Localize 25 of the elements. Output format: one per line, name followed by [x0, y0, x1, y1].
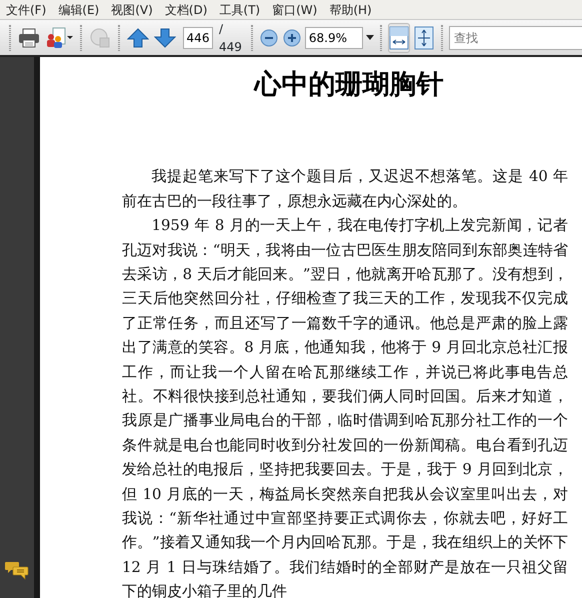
up-arrow-icon	[127, 26, 149, 48]
search-field[interactable]: 查找	[448, 26, 582, 50]
menu-item[interactable]: 文件(F)	[0, 0, 52, 20]
down-arrow-icon	[154, 26, 176, 48]
menu-item[interactable]: 窗口(W)	[266, 0, 324, 20]
comments-icon[interactable]	[5, 560, 29, 580]
minus-circle-icon	[260, 28, 278, 46]
menu-item[interactable]: 文档(D)	[158, 0, 214, 20]
menu-item[interactable]: 帮助(H)	[323, 0, 378, 20]
fit-page-icon	[414, 26, 434, 50]
zoom-field[interactable]: 68.9%	[304, 26, 363, 48]
documents-people-icon	[45, 26, 73, 48]
printer-icon	[18, 28, 40, 48]
menu-item[interactable]: 编辑(E)	[52, 0, 106, 20]
document-title: 心中的珊瑚胸针	[252, 69, 444, 102]
menu-item[interactable]: 工具(T)	[213, 0, 266, 20]
menu-item[interactable]: 视图(V)	[105, 0, 159, 20]
body-paragraph: 1959 年 8 月的一天上午，我在电传打字机上发完新闻，记者孔迈对我说：“明天，我将由一位古巴医生朋友陪同到东部奥连特省去采访，8 天后才能回来。”翌日，他就离开哈瓦那了。没有想到，三天后他突然回分社，仔细检查了我三天的工作，发现我不仅完成了正常任务，而且还写了一篇数千字的通讯。他总是严肃的脸上露出了满意的笑容。8 月底，他通知我，他将于 9 月回北京总社汇报工作，而让我一个人留在哈瓦那继续工作，并说已将此事电告总社。不料很快接到总社通知，要我们俩人同时回国。后来才知道，我原是广播事业局电台的干部，临时借调到哈瓦那分社工作的一个条件就是电台也能同时收到分社发回的一份新闻稿。电台看到孔迈发给总社的电报后，坚持把我要回去。于是，我于 9 月回到北京，但 10 月底的一天，梅益局长突然亲自把我从会议室里叫出去，对我说：“新华社通过中宣部坚持要正式调你去，你就去吧，好好工作。”接着又通知我一个月内回哈瓦那。于是，我在组织上的关怀下 12 月 1 日与珠结婚了。我们结婚时的全部财产是放在一只祖父留下的铜皮小箱子里的几件	[122, 216, 568, 598]
fit-width-button[interactable]	[388, 22, 410, 52]
fit-width-icon	[388, 26, 409, 50]
page-total: / 449	[219, 20, 242, 56]
plus-circle-icon	[282, 28, 301, 46]
caret-icon[interactable]	[366, 35, 374, 40]
body-paragraph: 我提起笔来写下了这个题目后，又迟迟不想落笔。这是 40 年前在古巴的一段往事了，原想永远藏在内心深处的。	[122, 167, 568, 212]
page-number-field[interactable]: 446	[183, 26, 213, 48]
